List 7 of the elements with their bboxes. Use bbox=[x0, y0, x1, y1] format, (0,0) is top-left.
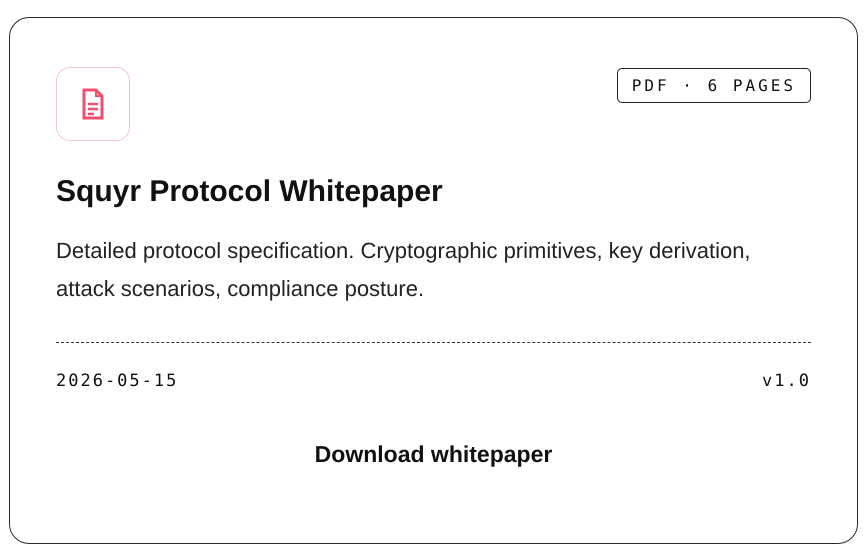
card-title: Squyr Protocol Whitepaper bbox=[56, 174, 444, 210]
card-description: Detailed protocol specification. Cryptographic primitives, key derivation, attack scenarios, compliance posture. bbox=[56, 237, 752, 303]
file-info-badge: PDF · 6 PAGES bbox=[616, 68, 811, 103]
date-label: 2026-05-15 bbox=[56, 371, 178, 391]
document-icon bbox=[56, 67, 130, 141]
download-button[interactable]: Download whitepaper bbox=[306, 437, 560, 472]
version-label: v1.0 bbox=[762, 371, 811, 391]
